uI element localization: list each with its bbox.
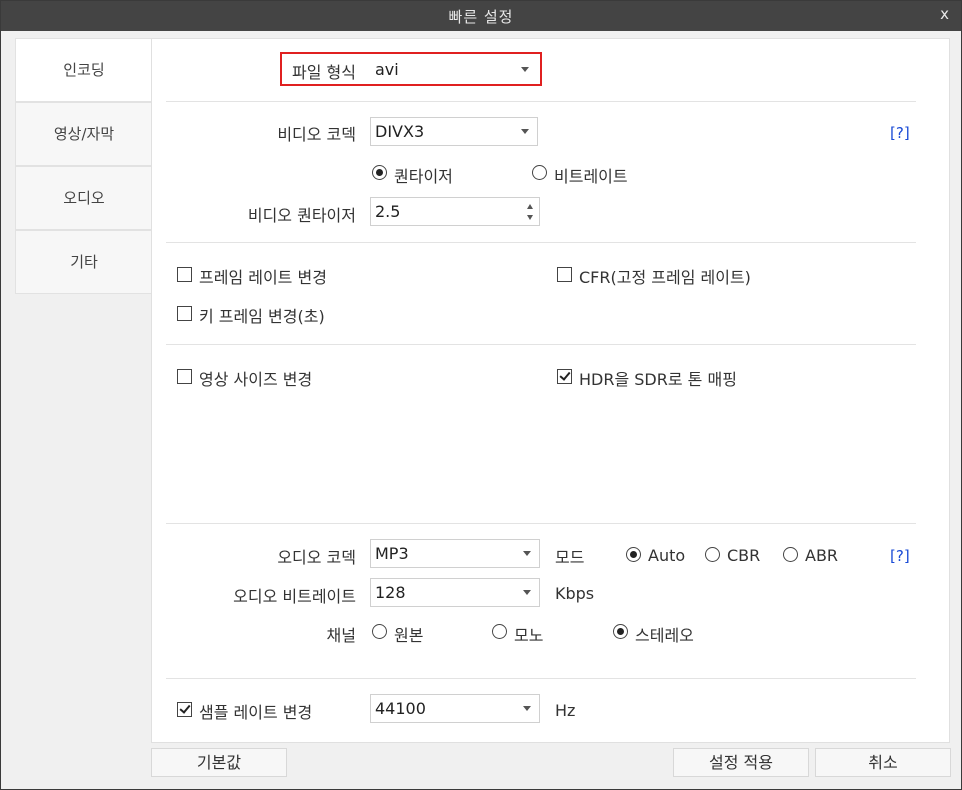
video-codec-value: DIVX3: [375, 122, 425, 141]
audio-bitrate-label: 오디오 비트레이트: [233, 587, 356, 606]
samplerate-value: 44100: [375, 699, 426, 718]
quantizer-radio[interactable]: [372, 165, 387, 180]
keyframe-checkbox[interactable]: [177, 306, 192, 321]
spin-up-icon[interactable]: [527, 204, 533, 209]
chevron-down-icon: [523, 590, 531, 595]
audio-help-link[interactable]: [?]: [890, 547, 910, 565]
settings-panel: 파일 형식 avi 비디오 코덱 DIVX3 [?] 퀀타이저 비트레이트 비디…: [151, 38, 950, 743]
sidebar-item-video-subtitle[interactable]: 영상/자막: [15, 102, 152, 166]
bitrate-radio-label: 비트레이트: [554, 167, 628, 186]
channel-mono-label: 모노: [514, 626, 544, 645]
file-format-select[interactable]: avi: [370, 55, 538, 84]
channel-stereo-label: 스테레오: [635, 626, 694, 645]
divider: [166, 101, 916, 102]
audio-mode-abr-label: ABR: [805, 546, 839, 565]
divider: [166, 242, 916, 243]
sidebar-item-audio[interactable]: 오디오: [15, 166, 152, 230]
video-quantizer-spinner[interactable]: 2.5: [370, 197, 540, 226]
resize-label: 영상 사이즈 변경: [199, 370, 313, 389]
hdr-to-sdr-checkbox[interactable]: [557, 369, 572, 384]
chevron-down-icon: [523, 706, 531, 711]
quantizer-radio-label: 퀀타이저: [394, 167, 453, 186]
close-icon[interactable]: x: [940, 5, 949, 23]
audio-codec-label: 오디오 코덱: [277, 548, 356, 567]
file-format-label: 파일 형식: [292, 63, 356, 82]
apply-button[interactable]: 설정 적용: [673, 748, 809, 777]
video-codec-select[interactable]: DIVX3: [370, 117, 538, 146]
audio-mode-label: 모드: [555, 548, 585, 567]
samplerate-select[interactable]: 44100: [370, 694, 540, 723]
divider: [166, 678, 916, 679]
channel-label: 채널: [326, 626, 356, 645]
divider: [166, 523, 916, 524]
divider: [166, 344, 916, 345]
cfr-label: CFR(고정 프레임 레이트): [579, 268, 751, 287]
hdr-to-sdr-label: HDR을 SDR로 톤 매핑: [579, 370, 737, 389]
resize-checkbox[interactable]: [177, 369, 192, 384]
bitrate-radio[interactable]: [532, 165, 547, 180]
audio-mode-auto-radio[interactable]: [626, 547, 641, 562]
audio-mode-cbr-radio[interactable]: [705, 547, 720, 562]
video-quantizer-value: 2.5: [375, 202, 401, 221]
audio-mode-cbr-label: CBR: [727, 546, 761, 565]
video-quantizer-label: 비디오 퀀타이저: [247, 206, 356, 225]
audio-bitrate-value: 128: [375, 583, 406, 602]
chevron-down-icon: [521, 67, 529, 72]
file-format-value: avi: [375, 60, 399, 79]
audio-codec-value: MP3: [375, 544, 409, 563]
sidebar-item-etc[interactable]: 기타: [15, 230, 152, 294]
keyframe-label: 키 프레임 변경(초): [199, 307, 325, 326]
change-fps-checkbox[interactable]: [177, 267, 192, 282]
samplerate-checkbox[interactable]: [177, 702, 192, 717]
channel-stereo-radio[interactable]: [613, 624, 628, 639]
quick-settings-window: 빠른 설정 x 인코딩 영상/자막 오디오 기타 파일 형식 avi 비디오 코…: [0, 0, 962, 790]
audio-bitrate-unit: Kbps: [555, 584, 595, 603]
window-title: 빠른 설정: [448, 8, 514, 26]
samplerate-label: 샘플 레이트 변경: [199, 703, 313, 722]
audio-mode-auto-label: Auto: [648, 546, 686, 565]
cfr-checkbox[interactable]: [557, 267, 572, 282]
audio-bitrate-select[interactable]: 128: [370, 578, 540, 607]
chevron-down-icon: [521, 129, 529, 134]
video-help-link[interactable]: [?]: [890, 124, 910, 142]
sidebar: 인코딩 영상/자막 오디오 기타: [15, 38, 152, 294]
change-fps-label: 프레임 레이트 변경: [199, 268, 327, 287]
chevron-down-icon: [523, 551, 531, 556]
default-button[interactable]: 기본값: [151, 748, 287, 777]
channel-original-radio[interactable]: [372, 624, 387, 639]
audio-codec-select[interactable]: MP3: [370, 539, 540, 568]
title-bar[interactable]: 빠른 설정 x: [1, 1, 961, 31]
video-codec-label: 비디오 코덱: [277, 125, 356, 144]
sidebar-item-encoding[interactable]: 인코딩: [15, 38, 152, 102]
audio-mode-abr-radio[interactable]: [783, 547, 798, 562]
cancel-button[interactable]: 취소: [815, 748, 951, 777]
samplerate-unit: Hz: [555, 701, 576, 720]
channel-original-label: 원본: [394, 626, 424, 645]
spin-down-icon[interactable]: [527, 215, 533, 220]
channel-mono-radio[interactable]: [492, 624, 507, 639]
